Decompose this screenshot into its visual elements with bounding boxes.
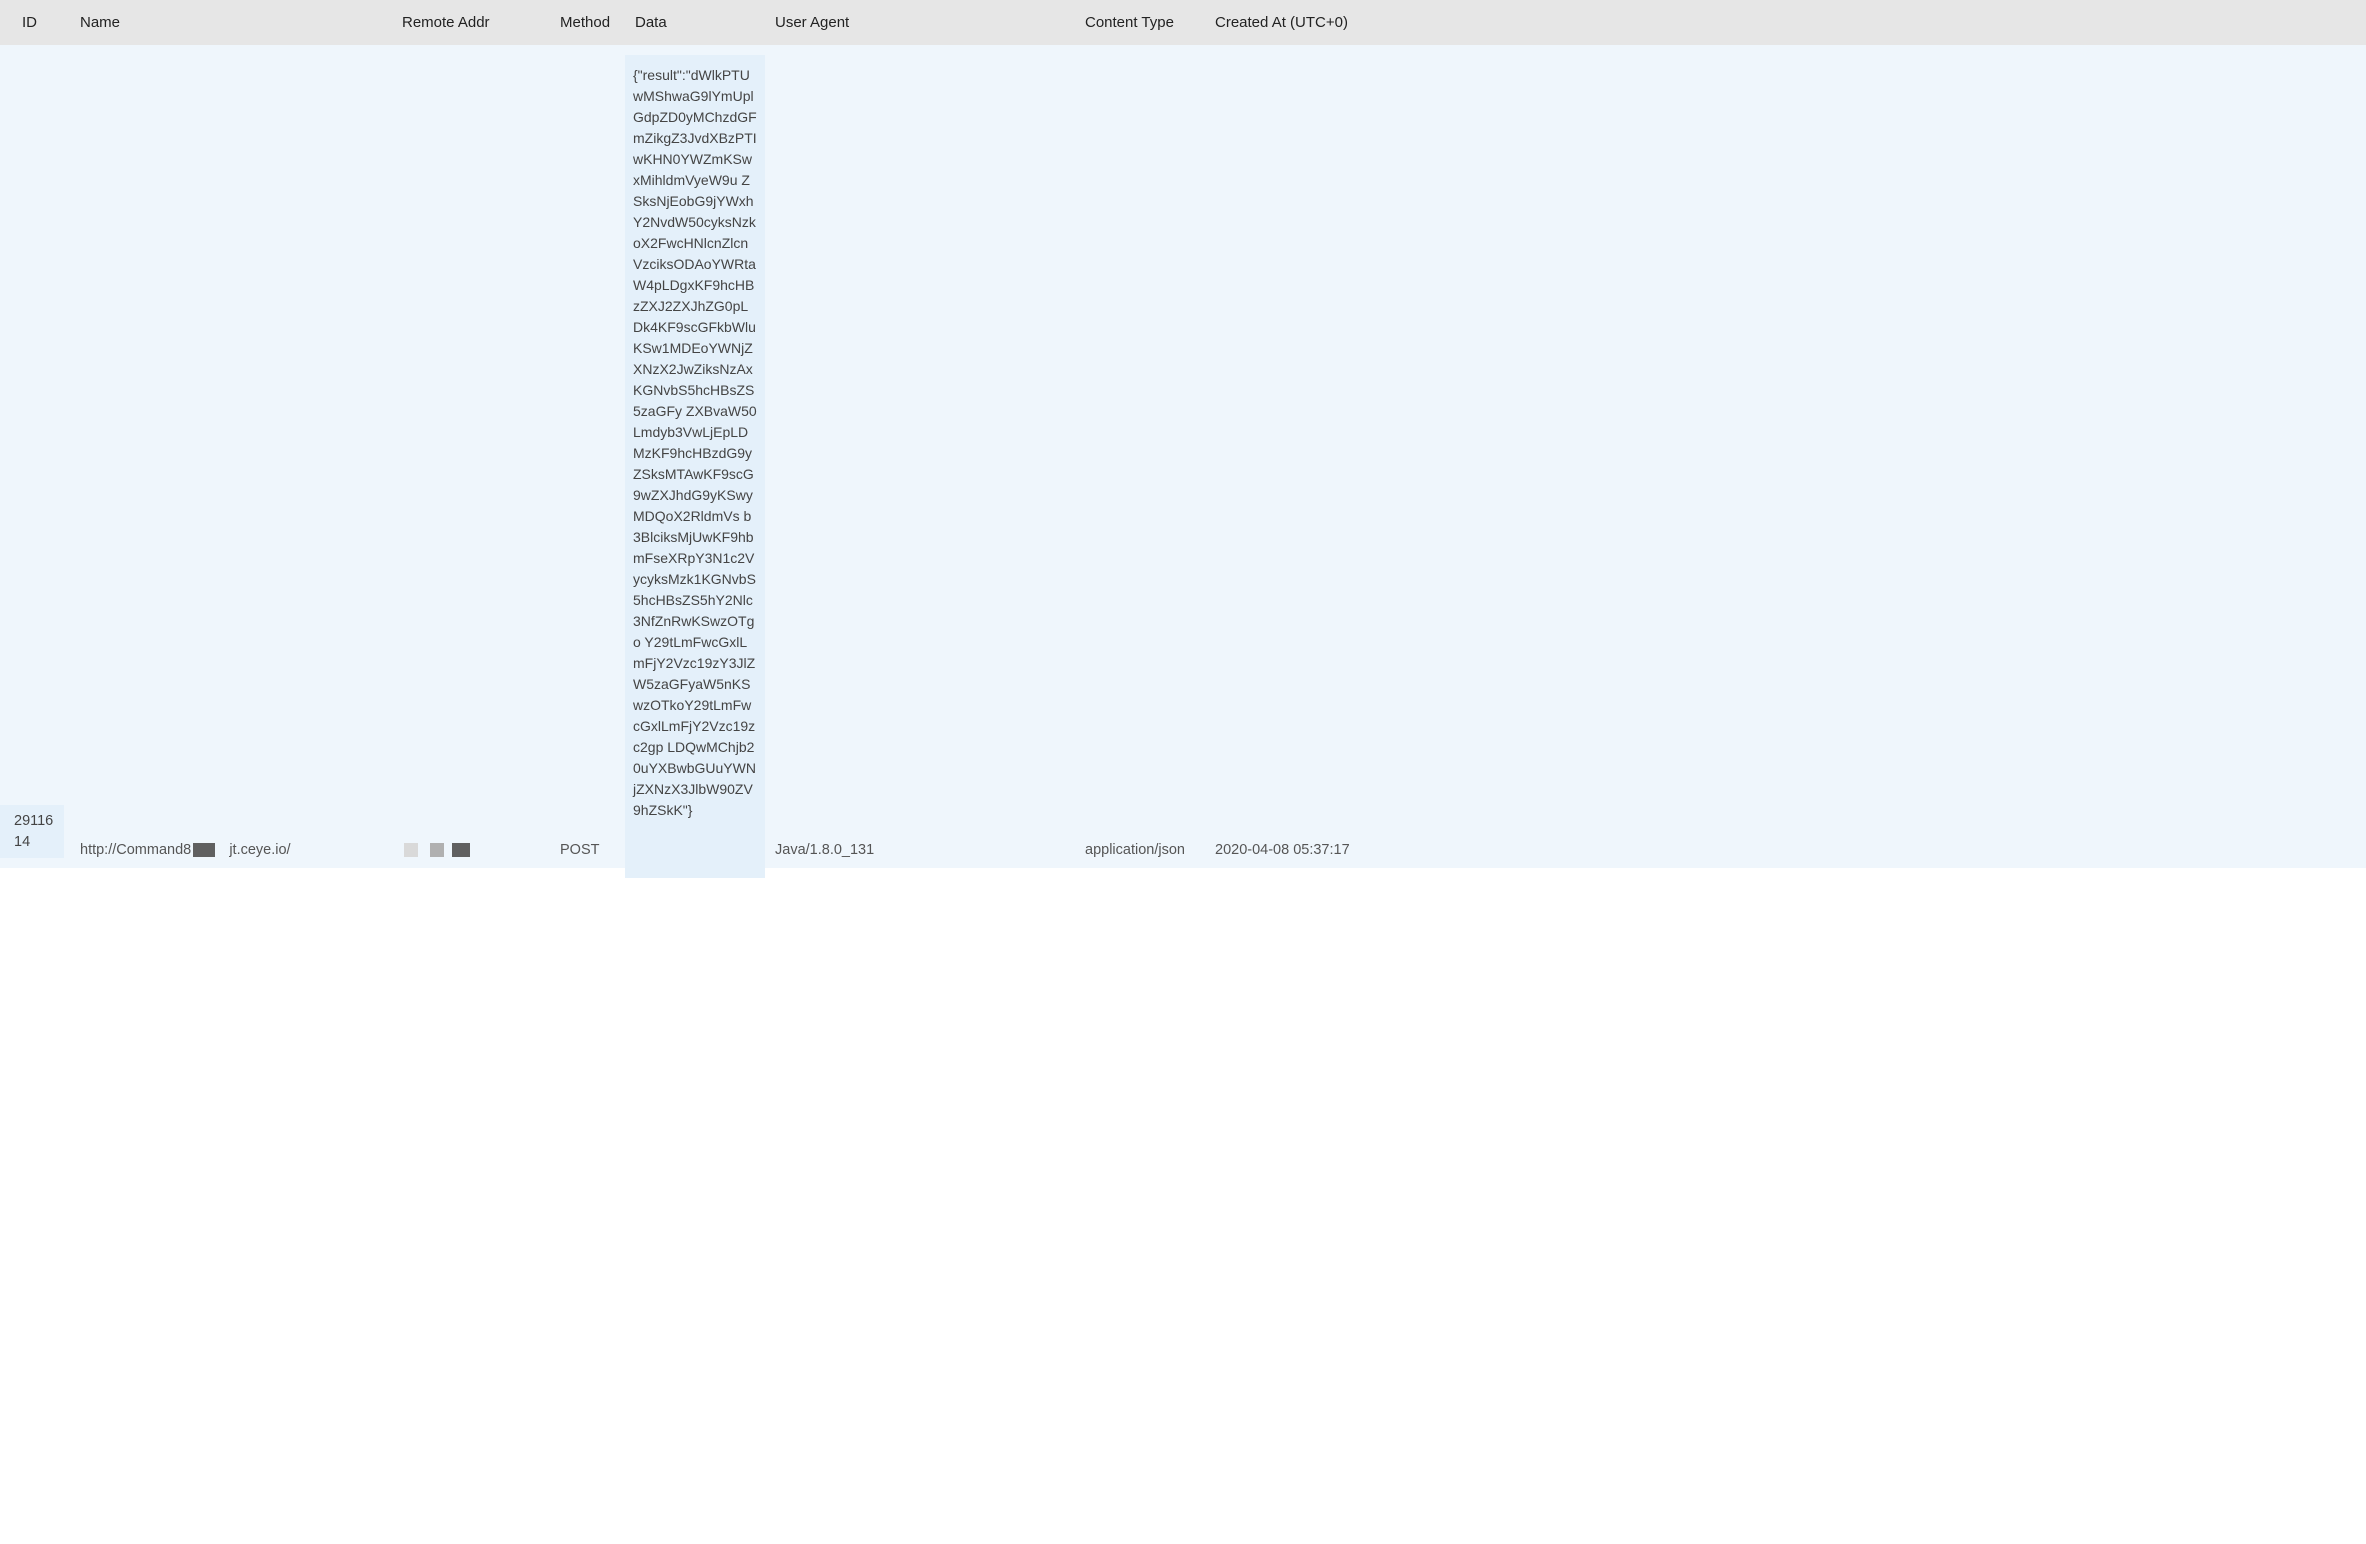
redacted-block (193, 843, 215, 857)
cell-name: http://Command8 jt.ceye.io/ (70, 842, 392, 858)
cell-content-type: application/json (1075, 842, 1205, 858)
cell-method: POST (550, 842, 625, 858)
table-header-row: ID Name Remote Addr Method Data User Age… (0, 0, 2366, 45)
redacted-block (452, 843, 470, 857)
header-data[interactable]: Data (625, 14, 765, 31)
cell-data: {"result":"dWlkPTUwMShwaG9lYmUplGdpZD0yM… (625, 55, 765, 878)
redacted-block (404, 843, 418, 857)
name-prefix: http://Command8 (80, 842, 191, 858)
header-remote-addr[interactable]: Remote Addr (392, 14, 550, 31)
header-content-type[interactable]: Content Type (1075, 14, 1205, 31)
cell-remote-addr (392, 842, 550, 858)
name-suffix: jt.ceye.io/ (229, 842, 290, 858)
header-created-at[interactable]: Created At (UTC+0) (1205, 14, 1360, 31)
cell-created-at: 2020-04-08 05:37:17 (1205, 842, 1360, 858)
redacted-block (430, 843, 444, 857)
header-method[interactable]: Method (550, 14, 625, 31)
header-id[interactable]: ID (0, 14, 70, 31)
cell-user-agent: Java/1.8.0_131 (765, 842, 1075, 858)
table-row: 2911614 http://Command8 jt.ceye.io/ POST… (0, 45, 2366, 868)
header-user-agent[interactable]: User Agent (765, 14, 1075, 31)
cell-id: 2911614 (0, 805, 64, 858)
header-name[interactable]: Name (70, 14, 392, 31)
log-table: ID Name Remote Addr Method Data User Age… (0, 0, 2366, 868)
